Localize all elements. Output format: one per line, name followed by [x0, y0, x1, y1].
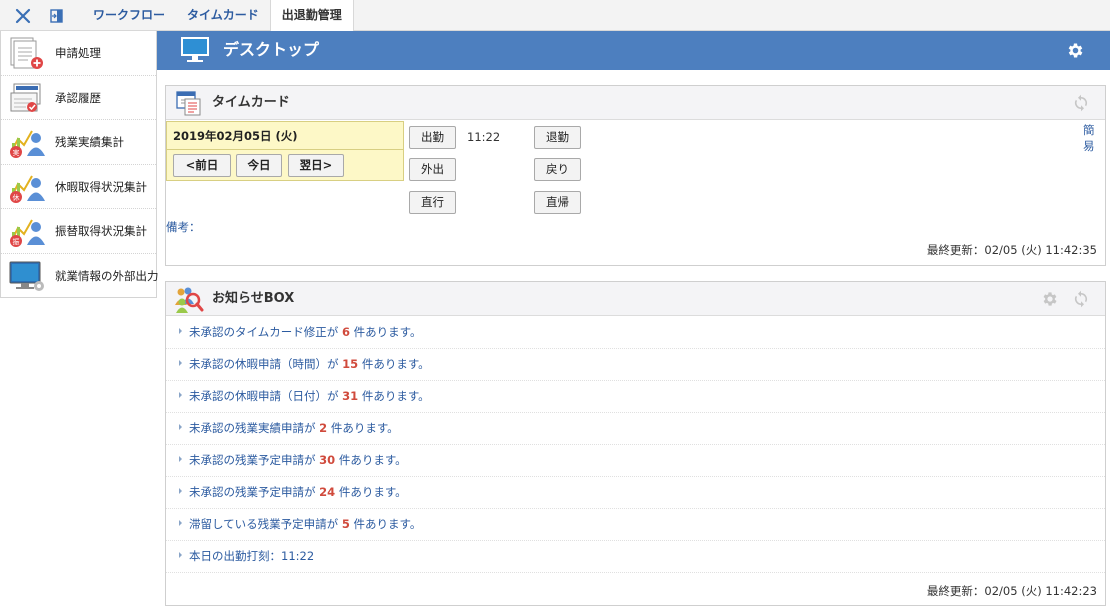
- direct-return-button[interactable]: 直帰: [534, 191, 581, 214]
- notice-count: 6: [341, 325, 350, 339]
- bullet-arrow-icon: [179, 488, 182, 494]
- sidebar-item-label: 承認履歴: [55, 90, 101, 105]
- notice-panel-header: お知らせBOX: [166, 282, 1105, 316]
- timecard-panel-header: タイムカード: [166, 86, 1105, 120]
- sidebar-item-overtime-summary[interactable]: 実 残業実績集計: [1, 120, 156, 165]
- gear-icon[interactable]: [1066, 41, 1085, 60]
- notice-text[interactable]: 滞留している残業予定申請が 5 件あります。: [189, 509, 421, 540]
- timecard-icon: [174, 89, 204, 117]
- tab-attendance-management[interactable]: 出退勤管理: [269, 0, 354, 31]
- list-item[interactable]: 未承認の残業実績申請が 2 件あります。: [166, 413, 1105, 445]
- sidebar-item-label: 休暇取得状況集計: [55, 179, 147, 194]
- notice-text[interactable]: 未承認の休暇申請（日付）が 31 件あります。: [189, 381, 430, 412]
- substitute-chart-icon: 振: [8, 214, 46, 248]
- bullet-arrow-icon: [179, 360, 182, 366]
- monitor-icon: [179, 36, 211, 64]
- sidebar: 申請処理 承認履歴 実 残業実績集計 休 休暇取得状況集計 振 振替取得状況集計…: [0, 31, 159, 299]
- list-item[interactable]: 未承認のタイムカード修正が 6 件あります。: [166, 317, 1105, 349]
- bullet-arrow-icon: [179, 328, 182, 334]
- sidebar-item-label: 残業実績集計: [55, 135, 124, 149]
- list-item[interactable]: 未承認の休暇申請（時間）が 15 件あります。: [166, 349, 1105, 381]
- notice-text[interactable]: 未承認のタイムカード修正が 6 件あります。: [189, 317, 421, 348]
- list-item[interactable]: 本日の出勤打刻：11:22: [166, 541, 1105, 573]
- window-toggle-icon[interactable]: [46, 6, 66, 26]
- desktop-header: デスクトップ: [157, 31, 1110, 70]
- simple-mode-link[interactable]: 簡易: [1083, 122, 1105, 154]
- notice-count: 31: [342, 389, 359, 403]
- notice-text[interactable]: 未承認の残業予定申請が 30 件あります。: [189, 445, 407, 476]
- notice-count: 15: [342, 357, 359, 371]
- go-out-button[interactable]: 外出: [409, 158, 456, 181]
- bullet-arrow-icon: [179, 392, 182, 398]
- notice-text[interactable]: 未承認の休暇申請（時間）が 15 件あります。: [189, 349, 430, 380]
- notice-title: お知らせBOX: [212, 291, 295, 306]
- prev-day-button[interactable]: <前日: [173, 154, 231, 177]
- gear-icon[interactable]: [1041, 290, 1059, 308]
- sidebar-item-external-export[interactable]: 就業情報の外部出力: [1, 254, 159, 299]
- notice-count: 2: [319, 421, 328, 435]
- tab-workflow[interactable]: ワークフロー: [82, 0, 176, 31]
- leave-chart-icon: 休: [8, 170, 46, 204]
- current-date: 2019年02月05日 (火): [173, 129, 298, 143]
- divider: [167, 149, 403, 150]
- sidebar-item-label: 就業情報の外部出力: [55, 268, 159, 283]
- clock-in-time: 11:22: [467, 130, 501, 144]
- direct-go-button[interactable]: 直行: [409, 191, 456, 214]
- svg-text:休: 休: [13, 193, 20, 202]
- sidebar-item-label: 振替取得状況集計: [55, 224, 147, 238]
- list-item[interactable]: 滞留している残業予定申請が 5 件あります。: [166, 509, 1105, 541]
- sidebar-item-application-processing[interactable]: 申請処理: [1, 31, 156, 76]
- top-bar: ワークフロー タイムカード 出退勤管理: [0, 0, 1110, 31]
- notice-count: 30: [319, 453, 336, 467]
- approval-history-icon: [8, 81, 46, 115]
- sidebar-item-approval-history[interactable]: 承認履歴: [1, 76, 156, 120]
- notice-search-icon: [174, 285, 204, 313]
- document-add-icon: [8, 36, 46, 70]
- page-title: デスクトップ: [223, 40, 320, 59]
- sidebar-item-substitute-summary[interactable]: 振 振替取得状況集計: [1, 209, 156, 254]
- bullet-arrow-icon: [179, 520, 182, 526]
- bullet-arrow-icon: [179, 424, 182, 430]
- today-button[interactable]: 今日: [236, 154, 282, 177]
- list-item[interactable]: 未承認の休暇申請（日付）が 31 件あります。: [166, 381, 1105, 413]
- list-item[interactable]: 未承認の残業予定申請が 24 件あります。: [166, 477, 1105, 509]
- note-label: 備考：: [166, 220, 201, 234]
- svg-text:実: 実: [13, 148, 20, 157]
- sidebar-item-leave-summary[interactable]: 休 休暇取得状況集計: [1, 165, 156, 209]
- clock-in-button[interactable]: 出勤: [409, 126, 456, 149]
- notice-last-updated: 最終更新：02/05 (火) 11:42:23: [926, 584, 1097, 598]
- notice-count: 5: [341, 517, 350, 531]
- tab-timecard[interactable]: タイムカード: [176, 0, 270, 31]
- notice-box-panel: お知らせBOX 未承認のタイムカード修正が 6 件あります。 未承認の休暇申請（…: [165, 281, 1106, 606]
- refresh-icon[interactable]: [1072, 94, 1090, 112]
- notice-text[interactable]: 本日の出勤打刻：11:22: [189, 541, 314, 572]
- monitor-export-icon: [8, 259, 46, 293]
- timecard-panel: タイムカード 2019年02月05日 (火) <前日 今日 翌日> 出勤 11:…: [165, 85, 1106, 266]
- bullet-arrow-icon: [179, 552, 182, 558]
- svg-text:振: 振: [13, 237, 20, 246]
- overtime-chart-icon: 実: [8, 125, 46, 159]
- date-selector-box: 2019年02月05日 (火) <前日 今日 翌日>: [166, 121, 404, 181]
- list-item[interactable]: 未承認の残業予定申請が 30 件あります。: [166, 445, 1105, 477]
- next-day-button[interactable]: 翌日>: [288, 154, 344, 177]
- bullet-arrow-icon: [179, 456, 182, 462]
- timecard-title: タイムカード: [212, 95, 290, 110]
- refresh-icon[interactable]: [1072, 290, 1090, 308]
- timecard-last-updated: 最終更新：02/05 (火) 11:42:35: [926, 243, 1097, 257]
- notice-text[interactable]: 未承認の残業実績申請が 2 件あります。: [189, 413, 399, 444]
- sidebar-item-label: 申請処理: [55, 46, 101, 60]
- return-button[interactable]: 戻り: [534, 158, 581, 181]
- notice-count: 24: [319, 485, 336, 499]
- close-icon[interactable]: [13, 6, 33, 26]
- clock-out-button[interactable]: 退勤: [534, 126, 581, 149]
- notice-text[interactable]: 未承認の残業予定申請が 24 件あります。: [189, 477, 407, 508]
